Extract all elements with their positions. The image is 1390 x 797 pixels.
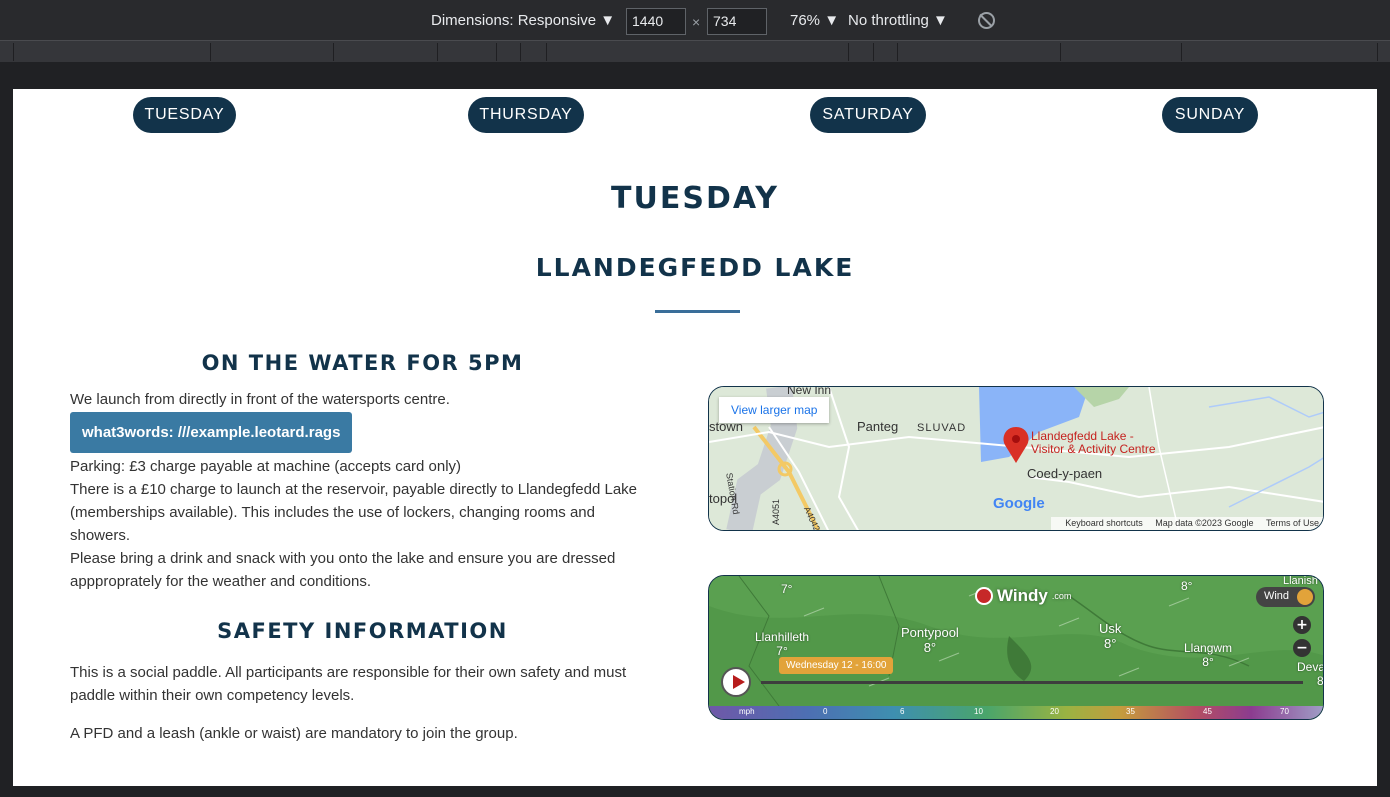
terms-of-use-link[interactable]: Terms of Use xyxy=(1266,518,1319,528)
width-input[interactable]: 1440 xyxy=(626,8,686,35)
marker-label-line2: Visitor & Activity Centre xyxy=(1031,442,1156,456)
height-input[interactable]: 734 xyxy=(707,8,767,35)
windy-logo-icon xyxy=(975,587,993,605)
zoom-out-button[interactable]: − xyxy=(1293,639,1311,657)
tab-sunday[interactable]: SUNDAY xyxy=(1162,97,1258,133)
map-label-coed-y-paen: Coed-y-paen xyxy=(1027,466,1103,481)
map-label-topol: topol xyxy=(709,491,738,506)
place-pontypool: Pontypool 8° xyxy=(901,625,959,655)
forecast-timeline[interactable] xyxy=(761,681,1303,684)
tab-tuesday[interactable]: TUESDAY xyxy=(133,97,236,133)
place-label-llanishen: Llanish xyxy=(1283,575,1318,587)
keyboard-shortcuts-link[interactable]: Keyboard shortcuts xyxy=(1065,518,1143,528)
place-llangwm: Llangwm 8° xyxy=(1184,641,1233,669)
place-llanhilleth: Llanhilleth 7° xyxy=(755,630,810,658)
wind-icon xyxy=(1297,589,1313,605)
pfd-text: A PFD and a leash (ankle or waist) are m… xyxy=(70,725,518,742)
map-label-a4051: A4051 xyxy=(771,498,781,525)
tab-saturday[interactable]: SATURDAY xyxy=(810,97,926,133)
temp-label: 7° xyxy=(781,582,793,596)
on-water-heading: ON THE WATER FOR 5PM xyxy=(201,351,524,375)
map-label-sluvad: SLUVAD xyxy=(917,422,967,434)
dimensions-dropdown[interactable]: Dimensions: Responsive ▼ xyxy=(431,12,615,29)
map-footer: Keyboard shortcuts Map data ©2023 Google… xyxy=(1051,517,1323,530)
wind-layer-button[interactable]: Wind xyxy=(1255,587,1315,607)
parking-text: Parking: £3 charge payable at machine (a… xyxy=(70,458,462,475)
google-logo: Google xyxy=(993,495,1045,512)
zoom-in-button[interactable]: + xyxy=(1293,616,1311,634)
title-divider xyxy=(655,310,740,313)
safety-heading: SAFETY INFORMATION xyxy=(217,619,508,643)
zoom-dropdown[interactable]: 76% ▼ xyxy=(790,12,839,29)
media-query-ruler[interactable] xyxy=(0,40,1390,62)
map-data-label: Map data ©2023 Google xyxy=(1155,518,1254,528)
charge-text: There is a £10 charge to launch at the r… xyxy=(70,481,638,544)
windy-widget[interactable]: 7° Windy .com 8° Llanish Wind + − Llanhil… xyxy=(708,575,1324,720)
wind-speed-scale: mph 0 6 10 20 35 45 70 xyxy=(709,706,1323,719)
page-viewport: TUESDAY THURSDAY SATURDAY SUNDAY TUESDAY… xyxy=(13,89,1377,786)
map-label-panteg: Panteg xyxy=(857,419,899,434)
rotate-icon[interactable] xyxy=(978,12,995,29)
timeline-tooltip: Wednesday 12 - 16:00 xyxy=(779,657,894,674)
play-button[interactable] xyxy=(721,667,751,697)
marker-label-line1: Llandegfedd Lake - xyxy=(1031,429,1134,443)
devtools-toolbar: Dimensions: Responsive ▼ 1440 × 734 76% … xyxy=(0,0,1390,42)
day-title: TUESDAY xyxy=(611,181,779,216)
tab-thursday[interactable]: THURSDAY xyxy=(468,97,584,133)
what3words-button[interactable]: what3words: ///example.leotard.rags xyxy=(70,412,353,453)
windy-logo: Windy .com xyxy=(975,586,1071,606)
map-label-town: stown xyxy=(709,419,743,434)
viewport-gutter xyxy=(0,62,1390,89)
place-usk: Usk 8° xyxy=(1099,621,1122,651)
drink-text: Please bring a drink and snack with you … xyxy=(70,550,616,590)
launch-text: We launch from directly in front of the … xyxy=(70,391,450,408)
location-title: LLANDEGFEDD LAKE xyxy=(535,253,855,282)
temp-label: 8° xyxy=(1181,579,1193,593)
times-icon: × xyxy=(692,14,701,30)
info-column: ON THE WATER FOR 5PM We launch from dire… xyxy=(70,351,655,745)
google-map[interactable]: View larger map New Inn stown Panteg SLU… xyxy=(708,386,1324,531)
throttling-dropdown[interactable]: No throttling ▼ xyxy=(848,12,948,29)
map-label-new-inn: New Inn xyxy=(787,386,832,397)
safety-text: This is a social paddle. All participant… xyxy=(70,664,627,704)
